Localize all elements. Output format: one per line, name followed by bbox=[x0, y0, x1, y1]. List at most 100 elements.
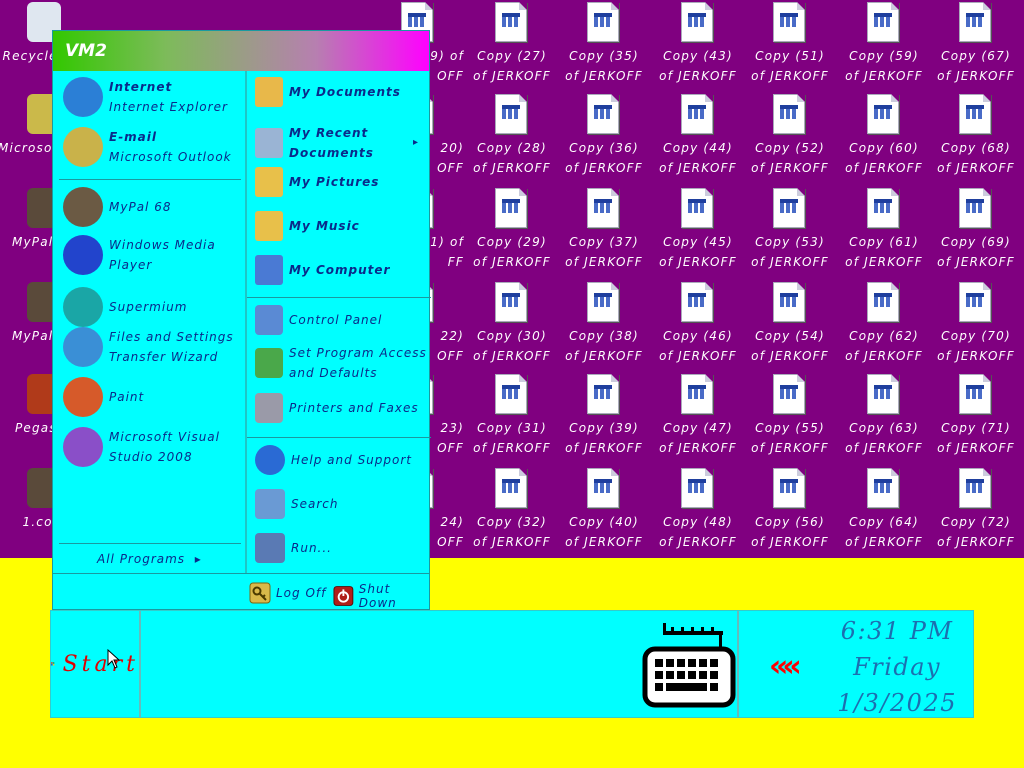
document-file-icon bbox=[867, 282, 901, 322]
submenu-arrow-icon: ▸ bbox=[413, 137, 420, 148]
place-item[interactable]: My Pictures bbox=[255, 167, 379, 197]
desktop-file-icon[interactable]: Copy (44) of JERKOFF bbox=[652, 92, 744, 182]
desktop-file-icon[interactable]: Copy (35) of JERKOFF bbox=[558, 0, 650, 90]
desktop-file-icon[interactable]: Copy (36) of JERKOFF bbox=[558, 92, 650, 182]
recent-program-item[interactable]: MyPal 68 bbox=[63, 187, 171, 227]
desktop-file-icon[interactable]: Copy (37) of JERKOFF bbox=[558, 186, 650, 276]
document-file-icon bbox=[959, 94, 993, 134]
desktop-file-icon[interactable]: Copy (32) of JERKOFF bbox=[466, 466, 558, 556]
pinned-item[interactable]: Internet Internet Explorer bbox=[63, 77, 228, 117]
document-file-icon bbox=[959, 468, 993, 508]
desktop-file-icon[interactable]: Copy (29) of JERKOFF bbox=[466, 186, 558, 276]
desktop-file-icon[interactable]: Copy (59) of JERKOFF bbox=[838, 0, 930, 90]
desktop-file-icon[interactable]: Copy (70) of JERKOFF bbox=[930, 280, 1022, 370]
desktop-file-icon[interactable]: Copy (64) of JERKOFF bbox=[838, 466, 930, 556]
start-button[interactable]: Start bbox=[51, 611, 141, 717]
desktop-file-icon[interactable]: Copy (38) of JERKOFF bbox=[558, 280, 650, 370]
desktop-file-icon[interactable]: Copy (30) of JERKOFF bbox=[466, 280, 558, 370]
desktop-file-icon[interactable]: Copy (60) of JERKOFF bbox=[838, 92, 930, 182]
desktop-file-icon[interactable]: Copy (61) of JERKOFF bbox=[838, 186, 930, 276]
help-item[interactable]: Help and Support bbox=[255, 445, 412, 475]
help-label: Help and Support bbox=[291, 453, 412, 467]
help-item[interactable]: Run... bbox=[255, 533, 332, 563]
help-item[interactable]: Search bbox=[255, 489, 339, 519]
desktop-file-label: Copy (48) of JERKOFF bbox=[659, 515, 737, 549]
desktop-file-icon[interactable]: Copy (69) of JERKOFF bbox=[930, 186, 1022, 276]
document-file-icon bbox=[495, 2, 529, 42]
desktop-file-icon[interactable]: Copy (63) of JERKOFF bbox=[838, 372, 930, 462]
desktop-file-icon[interactable]: Copy (72) of JERKOFF bbox=[930, 466, 1022, 556]
place-item[interactable]: My Recent Documents ▸ bbox=[255, 123, 418, 163]
desktop-file-label: Copy (38) of JERKOFF bbox=[565, 329, 643, 363]
desktop-file-icon[interactable]: Copy (51) of JERKOFF bbox=[744, 0, 836, 90]
desktop-file-icon[interactable]: Copy (54) of JERKOFF bbox=[744, 280, 836, 370]
recent-program-item[interactable]: Supermium bbox=[63, 287, 187, 327]
desktop-file-icon[interactable]: Copy (55) of JERKOFF bbox=[744, 372, 836, 462]
start-menu-footer: Log Off Shut Down bbox=[53, 573, 429, 610]
document-file-icon bbox=[495, 468, 529, 508]
system-item[interactable]: Control Panel bbox=[255, 305, 382, 335]
recent-program-label-2: Transfer Wizard bbox=[109, 350, 219, 364]
desktop-file-icon[interactable]: Copy (43) of JERKOFF bbox=[652, 0, 744, 90]
recent-program-item[interactable]: Microsoft Visual Studio 2008 bbox=[63, 427, 220, 467]
system-item[interactable]: Printers and Faxes bbox=[255, 393, 419, 423]
desktop-file-icon[interactable]: Copy (52) of JERKOFF bbox=[744, 92, 836, 182]
search-icon bbox=[255, 489, 285, 519]
recent-program-item[interactable]: Files and Settings Transfer Wizard bbox=[63, 327, 234, 367]
paint-icon bbox=[63, 377, 103, 417]
desktop-file-icon[interactable]: Copy (62) of JERKOFF bbox=[838, 280, 930, 370]
place-item[interactable]: My Computer bbox=[255, 255, 390, 285]
system-item[interactable]: Set Program Access and Defaults bbox=[255, 343, 427, 383]
desktop-file-icon[interactable]: Copy (53) of JERKOFF bbox=[744, 186, 836, 276]
desktop-file-icon[interactable]: Copy (40) of JERKOFF bbox=[558, 466, 650, 556]
program-access-icon bbox=[255, 348, 283, 378]
place-item[interactable]: My Documents bbox=[255, 77, 401, 107]
document-file-icon bbox=[681, 94, 715, 134]
recent-program-item[interactable]: Paint bbox=[63, 377, 144, 417]
desktop-file-icon[interactable]: Copy (68) of JERKOFF bbox=[930, 92, 1022, 182]
desktop-file-label: Copy (61) of JERKOFF bbox=[845, 235, 923, 269]
visual-studio-icon bbox=[63, 427, 103, 467]
desktop-file-icon[interactable]: Copy (45) of JERKOFF bbox=[652, 186, 744, 276]
desktop-file-label: Copy (67) of JERKOFF bbox=[937, 49, 1015, 83]
place-label: My Recent bbox=[289, 126, 369, 140]
desktop-file-icon[interactable]: Copy (27) of JERKOFF bbox=[466, 0, 558, 90]
printer-icon bbox=[255, 393, 283, 423]
desktop-file-label: Copy (53) of JERKOFF bbox=[751, 235, 829, 269]
desktop-file-label: Copy (69) of JERKOFF bbox=[937, 235, 1015, 269]
log-off-button[interactable]: Log Off bbox=[249, 582, 326, 604]
pictures-folder-icon bbox=[255, 167, 283, 197]
document-file-icon bbox=[867, 94, 901, 134]
recent-documents-icon bbox=[255, 128, 283, 158]
desktop-file-icon[interactable]: Copy (39) of JERKOFF bbox=[558, 372, 650, 462]
clock[interactable]: 6:31 PM Friday 1/3/2025 bbox=[837, 613, 957, 721]
keyboard-icon[interactable] bbox=[641, 621, 737, 711]
desktop-file-label: Copy (47) of JERKOFF bbox=[659, 421, 737, 455]
document-file-icon bbox=[587, 282, 621, 322]
desktop-file-icon[interactable]: Copy (31) of JERKOFF bbox=[466, 372, 558, 462]
desktop-file-icon[interactable]: Copy (28) of JERKOFF bbox=[466, 92, 558, 182]
help-icon bbox=[255, 445, 285, 475]
desktop-file-label: Copy (56) of JERKOFF bbox=[751, 515, 829, 549]
desktop-file-icon[interactable]: Copy (56) of JERKOFF bbox=[744, 466, 836, 556]
help-label: Search bbox=[291, 497, 339, 511]
desktop-file-icon[interactable]: Copy (67) of JERKOFF bbox=[930, 0, 1022, 90]
document-file-icon bbox=[495, 188, 529, 228]
shut-down-button[interactable]: Shut Down bbox=[333, 582, 429, 610]
place-item[interactable]: My Music bbox=[255, 211, 360, 241]
recent-program-item[interactable]: Windows Media Player bbox=[63, 235, 216, 275]
pinned-item[interactable]: E-mail Microsoft Outlook bbox=[63, 127, 232, 167]
mouse-cursor-icon bbox=[107, 649, 121, 669]
desktop-file-label: Copy (51) of JERKOFF bbox=[751, 49, 829, 83]
system-label: Printers and Faxes bbox=[289, 401, 419, 415]
show-hidden-icons-arrows[interactable]: «« bbox=[769, 649, 802, 684]
desktop-file-icon[interactable]: Copy (48) of JERKOFF bbox=[652, 466, 744, 556]
all-programs-button[interactable]: All Programs ▸ bbox=[97, 549, 202, 569]
document-file-icon bbox=[681, 374, 715, 414]
desktop-file-icon[interactable]: Copy (46) of JERKOFF bbox=[652, 280, 744, 370]
desktop-file-icon[interactable]: Copy (71) of JERKOFF bbox=[930, 372, 1022, 462]
document-file-icon bbox=[681, 188, 715, 228]
document-file-icon bbox=[773, 188, 807, 228]
mypal-icon bbox=[63, 187, 103, 227]
desktop-file-icon[interactable]: Copy (47) of JERKOFF bbox=[652, 372, 744, 462]
